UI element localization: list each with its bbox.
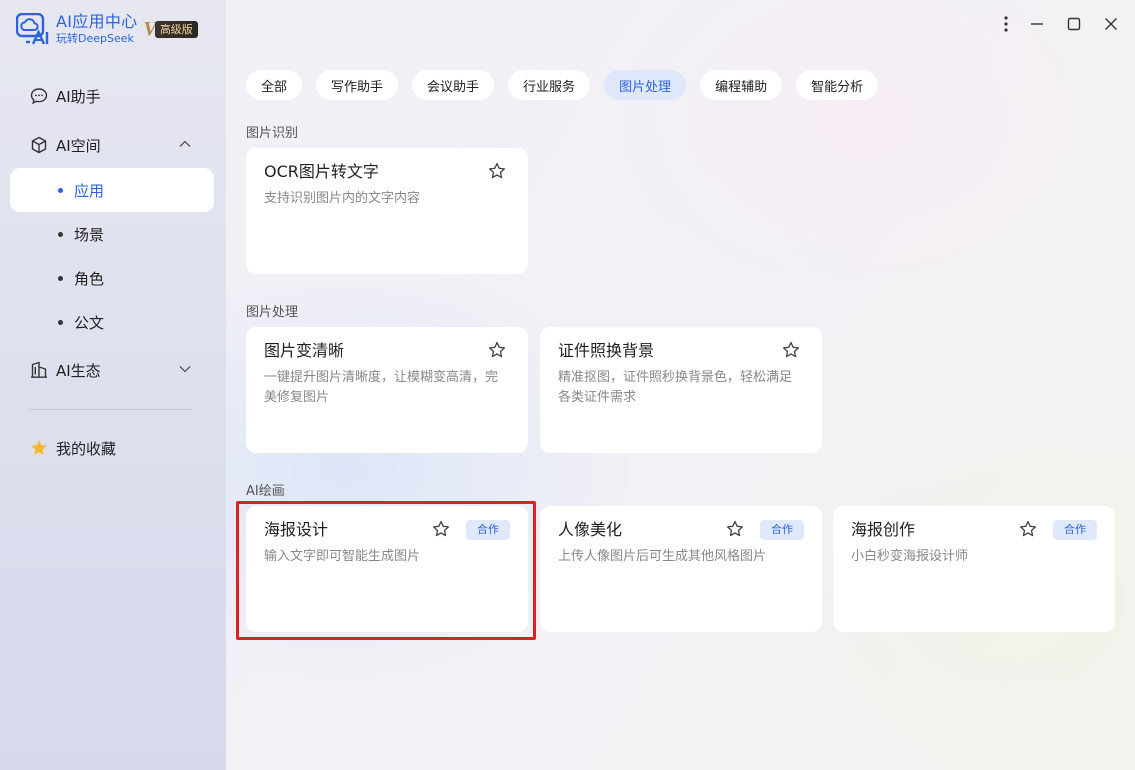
card-title: 图片变清晰 — [264, 341, 345, 360]
chevron-up-icon[interactable] — [178, 137, 192, 151]
app-card-portrait-beautify[interactable]: 人像美化 上传人像图片后可生成其他风格图片 合作 — [540, 506, 822, 632]
sidebar: AI应用中心 玩转DeepSeek V 高级版 AI助手 AI空间 应用 场景 … — [0, 0, 226, 770]
section-label-image-processing: 图片处理 — [246, 305, 299, 320]
bullet-dot-icon — [58, 319, 63, 325]
nav-ai-space[interactable]: AI空间 — [10, 123, 214, 167]
favorite-star-icon[interactable] — [1019, 520, 1037, 538]
bullet-dot-icon — [58, 231, 63, 237]
tab-meeting[interactable]: 会议助手 — [412, 70, 495, 100]
nav-ai-ecosystem-label: AI生态 — [56, 361, 101, 380]
card-desc: 支持识别图片内的文字内容 — [264, 191, 421, 206]
section-label-image-recognition: 图片识别 — [246, 126, 299, 141]
app-card-image-enhance[interactable]: 图片变清晰 一键提升图片清晰度，让模糊变高清，完美修复图片 — [246, 327, 528, 453]
nav-sub-scenes-label: 场景 — [74, 225, 105, 244]
building-icon — [30, 361, 48, 379]
cloud-ai-logo-icon — [15, 12, 52, 45]
bullet-dot-icon — [58, 187, 63, 193]
category-tabs: 全部 写作助手 会议助手 行业服务 图片处理 编程辅助 智能分析 — [246, 70, 892, 100]
minimize-icon[interactable] — [1026, 13, 1048, 35]
card-desc: 小白秒变海报设计师 — [851, 549, 969, 564]
pro-badge: V 高级版 — [143, 18, 198, 40]
card-desc: 输入文字即可智能生成图片 — [264, 549, 421, 564]
nav-sub-roles[interactable]: 角色 — [10, 256, 214, 300]
tab-all[interactable]: 全部 — [246, 70, 303, 100]
close-icon[interactable] — [1100, 13, 1122, 35]
favorite-star-icon[interactable] — [726, 520, 744, 538]
star-filled-icon — [30, 439, 48, 457]
tab-image-processing[interactable]: 图片处理 — [604, 70, 687, 100]
maximize-icon[interactable] — [1063, 13, 1085, 35]
tab-industry[interactable]: 行业服务 — [508, 70, 591, 100]
app-subtitle: 玩转DeepSeek — [56, 32, 134, 45]
main-content: 全部 写作助手 会议助手 行业服务 图片处理 编程辅助 智能分析 图片识别 OC… — [226, 0, 1135, 770]
app-card-poster-design[interactable]: 海报设计 输入文字即可智能生成图片 合作 — [246, 506, 528, 632]
app-title: AI应用中心 — [56, 12, 138, 31]
favorite-star-icon[interactable] — [488, 162, 506, 180]
nav-ai-assistant-label: AI助手 — [56, 87, 101, 106]
app-logo: AI应用中心 玩转DeepSeek V 高级版 — [15, 12, 198, 46]
nav-sub-roles-label: 角色 — [74, 269, 105, 288]
card-title: OCR图片转文字 — [264, 162, 379, 181]
favorite-star-icon[interactable] — [488, 341, 506, 359]
partner-tag: 合作 — [760, 520, 804, 540]
nav-favorites[interactable]: 我的收藏 — [10, 426, 214, 470]
pro-badge-label: 高级版 — [154, 20, 198, 38]
card-desc: 上传人像图片后可生成其他风格图片 — [558, 549, 767, 564]
favorite-star-icon[interactable] — [782, 341, 800, 359]
nav-sub-apps[interactable]: 应用 — [10, 168, 214, 212]
card-title: 证件照换背景 — [558, 341, 655, 360]
section-label-ai-drawing: AI绘画 — [246, 484, 285, 499]
card-desc: 精准抠图，证件照秒换背景色，轻松满足各类证件需求 — [558, 370, 793, 405]
nav-sub-documents[interactable]: 公文 — [10, 300, 214, 344]
app-card-id-photo-background[interactable]: 证件照换背景 精准抠图，证件照秒换背景色，轻松满足各类证件需求 — [540, 327, 822, 453]
chat-bubble-icon — [30, 87, 48, 105]
tab-writing[interactable]: 写作助手 — [316, 70, 399, 100]
nav-ai-ecosystem[interactable]: AI生态 — [10, 348, 214, 392]
tab-coding[interactable]: 编程辅助 — [700, 70, 783, 100]
app-card-ocr[interactable]: OCR图片转文字 支持识别图片内的文字内容 — [246, 148, 528, 274]
nav-ai-assistant[interactable]: AI助手 — [10, 74, 214, 118]
bullet-dot-icon — [58, 275, 63, 281]
nav-ai-space-label: AI空间 — [56, 136, 101, 155]
more-options-icon[interactable] — [995, 13, 1017, 35]
nav-sub-documents-label: 公文 — [74, 313, 105, 332]
nav-favorites-label: 我的收藏 — [56, 439, 117, 458]
sidebar-divider — [30, 409, 193, 410]
partner-tag: 合作 — [466, 520, 510, 540]
favorite-star-icon[interactable] — [432, 520, 450, 538]
card-desc: 一键提升图片清晰度，让模糊变高清，完美修复图片 — [264, 370, 499, 405]
app-card-poster-creation[interactable]: 海报创作 小白秒变海报设计师 合作 — [833, 506, 1115, 632]
nav-sub-apps-label: 应用 — [74, 181, 105, 200]
chevron-down-icon[interactable] — [178, 362, 192, 376]
partner-tag: 合作 — [1053, 520, 1097, 540]
cube-icon — [30, 136, 48, 154]
tab-analysis[interactable]: 智能分析 — [796, 70, 879, 100]
nav-sub-scenes[interactable]: 场景 — [10, 212, 214, 256]
